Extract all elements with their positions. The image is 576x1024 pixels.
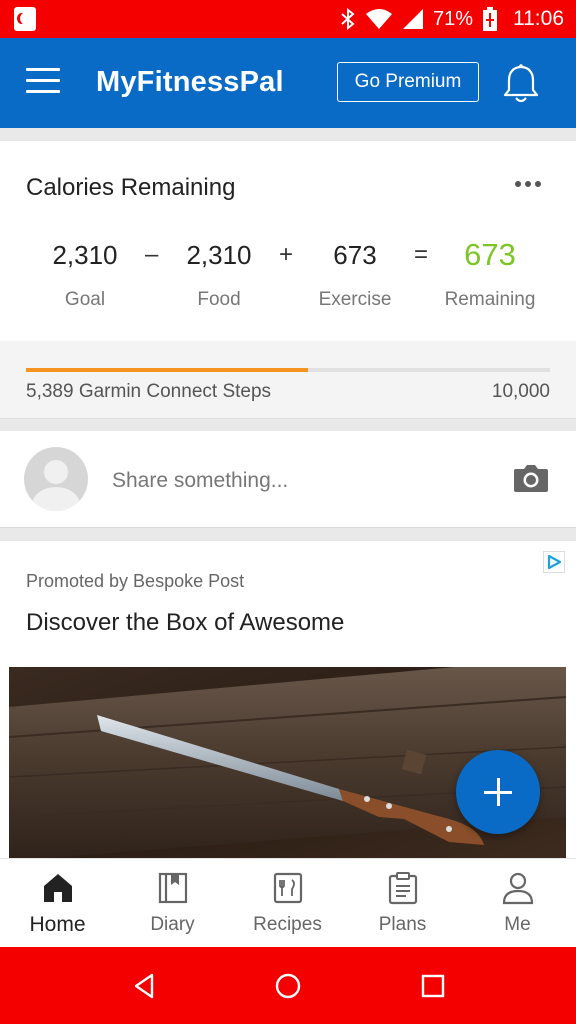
- promoted-by-label: Promoted by Bespoke Post: [26, 571, 245, 591]
- share-input[interactable]: Share something...: [112, 469, 288, 493]
- app-title: MyFitnessPal: [96, 66, 284, 98]
- goal-value: 2,310: [52, 240, 118, 270]
- bell-icon[interactable]: [502, 63, 540, 105]
- steps-progress-bar: [26, 368, 550, 372]
- goal-label: Goal: [64, 289, 106, 310]
- equals-operator: =: [414, 241, 429, 268]
- me-icon: [502, 872, 534, 905]
- add-button[interactable]: [456, 750, 540, 834]
- go-premium-button[interactable]: Go Premium: [337, 62, 479, 102]
- steps-progress-fill: [26, 368, 309, 372]
- exercise-label: Exercise: [318, 289, 392, 310]
- food-value: 2,310: [186, 240, 252, 270]
- calories-remaining-card[interactable]: Calories Remaining 2,310 Goal – 2,310 Fo…: [0, 141, 576, 341]
- back-icon[interactable]: [130, 971, 160, 1001]
- plans-icon: [388, 872, 418, 905]
- more-options-icon[interactable]: [515, 181, 547, 195]
- share-composer: Share something...: [0, 431, 576, 528]
- camera-icon[interactable]: [513, 463, 549, 493]
- nav-label: Home: [29, 913, 86, 936]
- nav-recipes[interactable]: Recipes: [230, 859, 345, 948]
- home-circle-icon[interactable]: [273, 971, 303, 1001]
- clock: 11:06: [513, 7, 564, 30]
- recipes-icon: [273, 872, 303, 904]
- avatar[interactable]: [24, 447, 88, 511]
- menu-icon[interactable]: [26, 68, 60, 96]
- bottom-navigation: Home Diary Recipes Plans Me: [0, 858, 576, 948]
- steps-progress[interactable]: 5,389 Garmin Connect Steps 10,000: [0, 341, 576, 419]
- nav-diary[interactable]: Diary: [115, 859, 230, 948]
- nav-label: Diary: [150, 914, 195, 935]
- nav-home[interactable]: Home: [0, 859, 115, 948]
- steps-label: 5,389 Garmin Connect Steps: [26, 381, 272, 402]
- remaining-label: Remaining: [444, 289, 536, 310]
- recents-icon[interactable]: [418, 971, 448, 1001]
- food-label: Food: [197, 289, 241, 310]
- plus-operator: +: [279, 241, 294, 268]
- minus-operator: –: [145, 241, 159, 268]
- wifi-icon: [365, 8, 393, 30]
- system-navigation-bar: [0, 947, 576, 1024]
- card-title: Calories Remaining: [26, 174, 236, 201]
- remaining-value: 673: [464, 237, 516, 272]
- app-notification-icon: [14, 7, 36, 31]
- home-icon: [44, 874, 72, 902]
- battery-charging-icon: [483, 7, 497, 31]
- nav-plans[interactable]: Plans: [345, 859, 460, 948]
- nav-me[interactable]: Me: [460, 859, 575, 948]
- steps-goal: 10,000: [491, 381, 550, 402]
- diary-icon: [158, 872, 188, 904]
- app-bar: MyFitnessPal Go Premium: [0, 38, 576, 128]
- adchoices-icon[interactable]: [543, 551, 565, 573]
- exercise-value: 673: [333, 240, 377, 270]
- status-icons: 71% 11:06: [341, 0, 564, 38]
- bluetooth-icon: [341, 8, 355, 30]
- nav-label: Plans: [378, 914, 427, 935]
- status-bar: 71% 11:06: [0, 0, 576, 38]
- battery-percent: 71%: [432, 7, 473, 30]
- signal-icon: [402, 9, 423, 29]
- nav-label: Me: [504, 914, 531, 935]
- promo-title[interactable]: Discover the Box of Awesome: [26, 609, 344, 637]
- nav-label: Recipes: [253, 914, 322, 935]
